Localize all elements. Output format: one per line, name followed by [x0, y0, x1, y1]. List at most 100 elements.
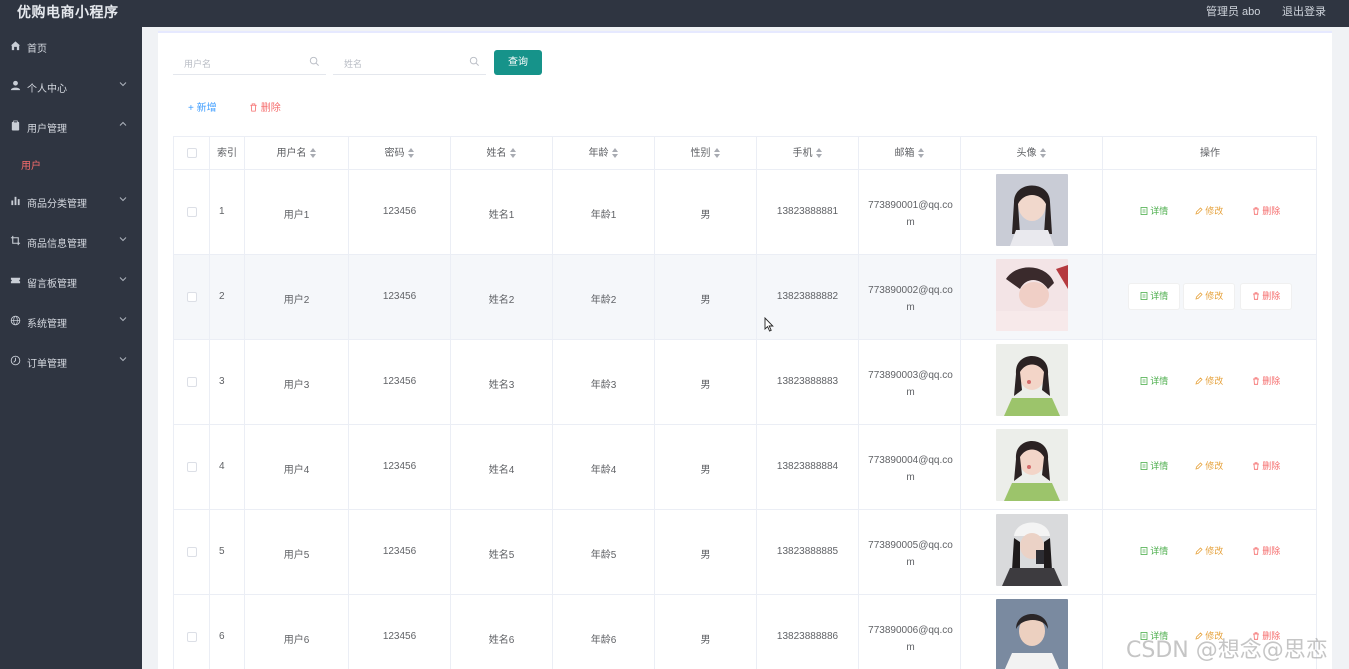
- row-checkbox[interactable]: [187, 377, 197, 387]
- chevron-up-icon: [119, 121, 127, 126]
- avatar[interactable]: [996, 259, 1068, 331]
- logout-button[interactable]: 退出登录: [1282, 3, 1326, 19]
- sort-icon[interactable]: [1039, 148, 1047, 159]
- sidebar-item-label: 商品信息管理: [27, 239, 87, 250]
- home-icon: [10, 41, 21, 51]
- avatar[interactable]: [996, 429, 1068, 501]
- sort-icon[interactable]: [713, 148, 721, 159]
- header-avatar[interactable]: 头像: [961, 137, 1103, 170]
- cell-username: 用户2: [245, 255, 349, 339]
- sort-icon[interactable]: [611, 148, 619, 159]
- sort-icon[interactable]: [815, 148, 823, 159]
- select-all-checkbox[interactable]: [187, 148, 197, 158]
- detail-button[interactable]: 详情: [1129, 539, 1179, 564]
- name-search-placeholder: 姓名: [344, 59, 363, 69]
- row-checkbox[interactable]: [187, 547, 197, 557]
- sidebar-item-product-management[interactable]: 商品信息管理: [0, 229, 142, 253]
- sidebar-item-user-management[interactable]: 用户管理: [0, 114, 142, 138]
- sort-icon[interactable]: [309, 148, 317, 159]
- pencil-icon: [1195, 547, 1203, 555]
- cell-ops: 详情 修改 删除: [1103, 425, 1317, 509]
- delete-button[interactable]: 删除: [1241, 284, 1291, 309]
- top-bar: 优购电商小程序 管理员 abo 退出登录: [0, 0, 1349, 27]
- table-row[interactable]: 5 用户5 123456 姓名5 年龄5 男 13823888885 773890005@qq…: [173, 510, 1317, 595]
- sidebar-item-home[interactable]: 首页: [0, 34, 142, 58]
- cell-gender: 男: [655, 425, 757, 509]
- query-button[interactable]: 查询: [494, 50, 542, 75]
- sidebar-item-personal-center[interactable]: 个人中心: [0, 74, 142, 98]
- detail-button[interactable]: 详情: [1129, 369, 1179, 394]
- cell-age: 年龄6: [553, 595, 655, 669]
- detail-button[interactable]: 详情: [1129, 454, 1179, 479]
- batch-delete-button[interactable]: 删除: [249, 99, 281, 114]
- delete-button[interactable]: 删除: [1241, 539, 1291, 564]
- sidebar-item-label: 系统管理: [27, 319, 67, 330]
- header-age[interactable]: 年龄: [553, 137, 655, 170]
- cell-password: 123456: [349, 425, 451, 509]
- delete-button[interactable]: 删除: [1241, 199, 1291, 224]
- cell-avatar: [961, 170, 1103, 254]
- detail-button[interactable]: 详情: [1129, 284, 1179, 309]
- sidebar-item-label: 用户管理: [27, 124, 67, 135]
- search-icon: [469, 56, 479, 66]
- delete-button[interactable]: 删除: [1241, 454, 1291, 479]
- document-icon: [1140, 462, 1148, 470]
- avatar[interactable]: [996, 599, 1068, 669]
- header-operations: 操作: [1200, 148, 1220, 159]
- cell-chk: [174, 340, 210, 424]
- cell-password: 123456: [349, 255, 451, 339]
- detail-button[interactable]: 详情: [1129, 199, 1179, 224]
- sort-icon[interactable]: [917, 148, 925, 159]
- clock-icon: [10, 355, 21, 366]
- cell-name: 姓名5: [451, 510, 553, 594]
- row-checkbox[interactable]: [187, 207, 197, 217]
- sidebar-item-category-management[interactable]: 商品分类管理: [0, 189, 142, 213]
- watermark: CSDN @想念@思恋: [1126, 638, 1328, 663]
- avatar[interactable]: [996, 174, 1068, 246]
- avatar[interactable]: [996, 514, 1068, 586]
- header-username[interactable]: 用户名: [245, 137, 349, 170]
- row-checkbox[interactable]: [187, 632, 197, 642]
- table-row[interactable]: 4 用户4 123456 姓名4 年龄4 男 13823888884 773890004@qq…: [173, 425, 1317, 510]
- row-checkbox[interactable]: [187, 292, 197, 302]
- sidebar-item-label: 订单管理: [27, 359, 67, 370]
- document-icon: [1140, 547, 1148, 555]
- row-checkbox[interactable]: [187, 462, 197, 472]
- username-search-input[interactable]: 用户名: [173, 49, 326, 75]
- add-button[interactable]: + 新增: [188, 99, 217, 114]
- chevron-down-icon: [119, 82, 127, 87]
- edit-button[interactable]: 修改: [1184, 199, 1234, 224]
- table-row[interactable]: 1 用户1 123456 姓名1 年龄1 男 13823888881 773890001@qq…: [173, 170, 1317, 255]
- cell-username: 用户6: [245, 595, 349, 669]
- delete-button[interactable]: 删除: [1241, 369, 1291, 394]
- table-row[interactable]: 2 用户2 123456 姓名2 年龄2 男 13823888882 773890002@qq…: [173, 255, 1317, 340]
- sidebar-item-order-management[interactable]: 订单管理: [0, 349, 142, 373]
- cell-password: 123456: [349, 340, 451, 424]
- sidebar-item-label: 留言板管理: [27, 279, 77, 290]
- header-name[interactable]: 姓名: [451, 137, 553, 170]
- header-select-all[interactable]: [174, 137, 210, 170]
- header-password[interactable]: 密码: [349, 137, 451, 170]
- header-gender[interactable]: 性别: [655, 137, 757, 170]
- sort-icon[interactable]: [407, 148, 415, 159]
- header-email[interactable]: 邮箱: [859, 137, 961, 170]
- cell-username: 用户4: [245, 425, 349, 509]
- sidebar-subitem-users[interactable]: 用户: [0, 151, 142, 175]
- edit-button[interactable]: 修改: [1184, 369, 1234, 394]
- header-phone[interactable]: 手机: [757, 137, 859, 170]
- name-search-input[interactable]: 姓名: [333, 49, 486, 75]
- username-search-placeholder: 用户名: [184, 59, 212, 69]
- pencil-icon: [1195, 207, 1203, 215]
- cell-username: 用户5: [245, 510, 349, 594]
- avatar[interactable]: [996, 344, 1068, 416]
- sidebar-item-system-management[interactable]: 系统管理: [0, 309, 142, 333]
- sidebar-item-message-board[interactable]: 留言板管理: [0, 269, 142, 293]
- edit-button[interactable]: 修改: [1184, 454, 1234, 479]
- search-icon: [309, 56, 319, 66]
- sort-icon[interactable]: [509, 148, 517, 159]
- cell-chk: [174, 510, 210, 594]
- table-row[interactable]: 3 用户3 123456 姓名3 年龄3 男 13823888883 773890003@qq…: [173, 340, 1317, 425]
- edit-button[interactable]: 修改: [1184, 284, 1234, 309]
- cell-phone: 13823888885: [757, 510, 859, 594]
- edit-button[interactable]: 修改: [1184, 539, 1234, 564]
